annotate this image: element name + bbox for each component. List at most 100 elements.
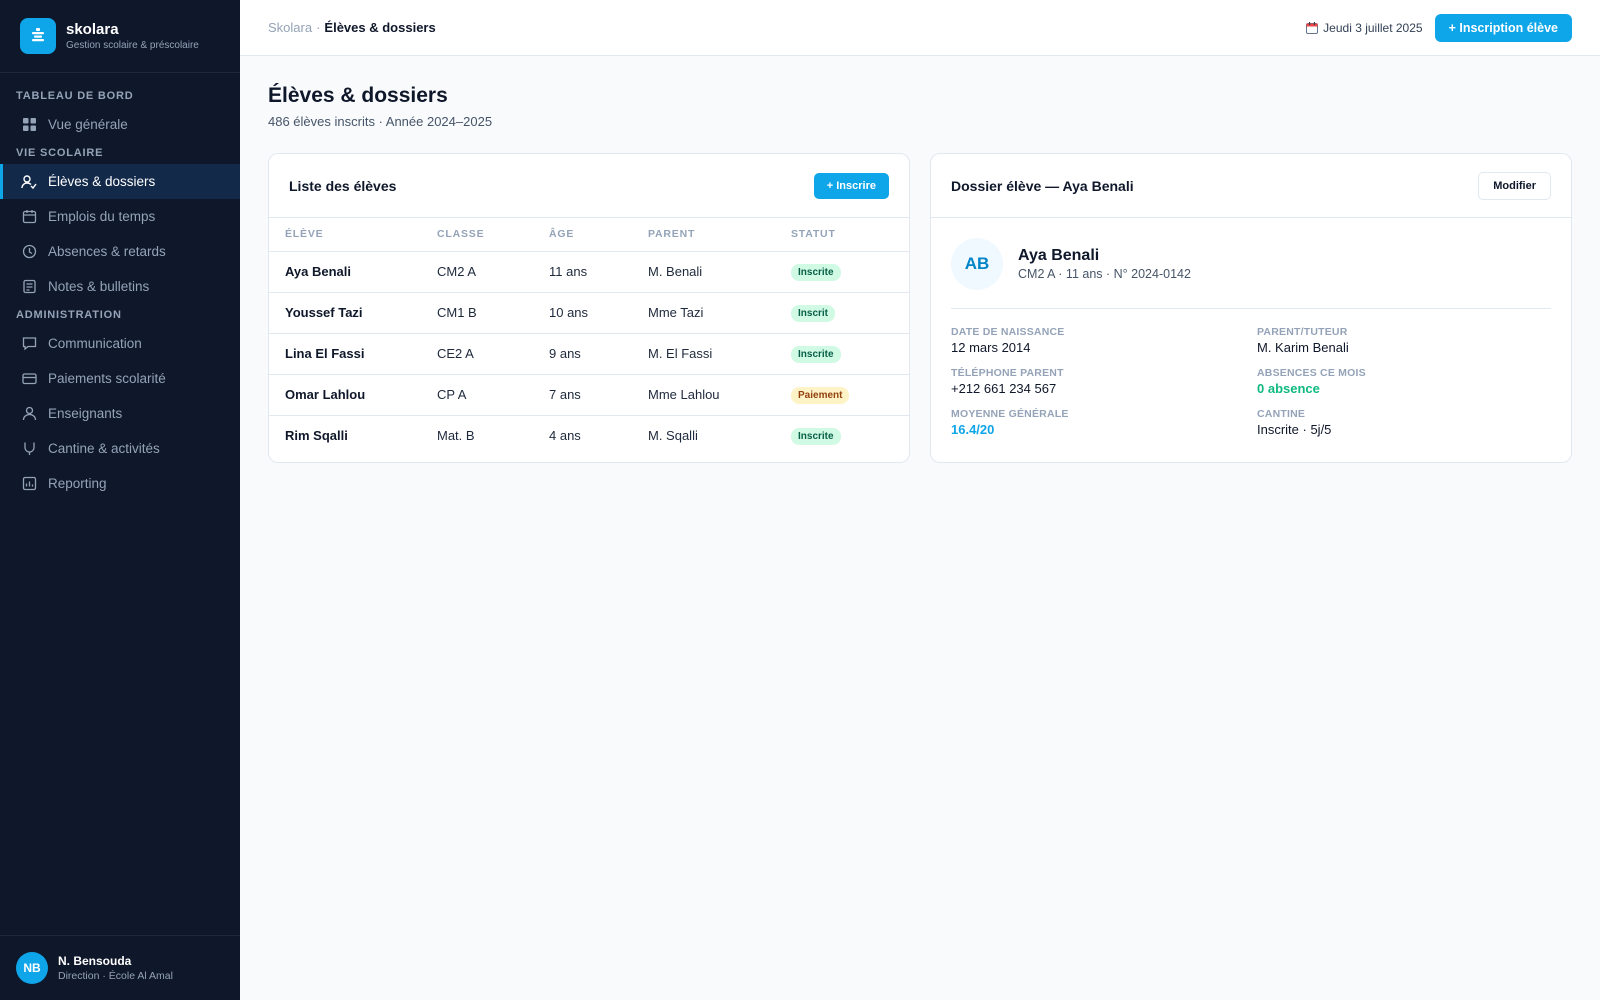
student-age: 7 ans [533,374,632,416]
student-class: CP A [421,374,533,416]
sidebar: skolara Gestion scolaire & préscolaire T… [0,0,240,1000]
sidebar-item-canteen[interactable]: Cantine & activités [0,431,240,466]
field-guardian: PARENT/TUTEUR M. Karim Benali [1257,325,1563,356]
field-label: CANTINE [1257,408,1306,420]
student-detail-card: Dossier élève — Aya Benali Modifier AB A… [930,153,1572,463]
field-label: TÉLÉPHONE PARENT [951,367,1064,379]
avatar: NB [16,952,48,984]
calendar-icon [21,209,37,225]
document-icon [21,279,37,295]
sidebar-item-label: Vue générale [48,117,128,132]
student-avatar: AB [951,238,1003,290]
column-header-class[interactable]: CLASSE [421,218,533,252]
user-role: Direction · École Al Amal [58,969,173,982]
field-canteen: CANTINE Inscrite · 5j/5 [1257,407,1563,438]
sidebar-item-payments[interactable]: Paiements scolarité [0,361,240,396]
chart-icon [21,476,37,492]
status-badge: Inscrite [791,263,841,281]
field-label: ABSENCES CE MOIS [1257,367,1366,379]
table-row[interactable]: Omar Lahlou CP A 7 ans Mme Lahlou Paieme… [269,374,909,416]
sidebar-item-label: Notes & bulletins [48,279,150,294]
student-age: 11 ans [533,251,632,293]
sidebar-item-grades[interactable]: Notes & bulletins [0,269,240,304]
date-text: Jeudi 3 juillet 2025 [1323,20,1423,35]
sidebar-item-label: Absences & retards [48,244,166,259]
nav-section-dashboard: TABLEAU DE BORD [16,90,134,102]
sidebar-item-reporting[interactable]: Reporting [0,466,240,501]
field-value: 12 mars 2014 [951,340,1031,355]
breadcrumb-current: Élèves & dossiers [324,19,436,35]
table-row[interactable]: Youssef Tazi CM1 B 10 ans Mme Tazi Inscr… [269,292,909,334]
breadcrumb-root[interactable]: Skolara [268,20,312,35]
field-value: 0 absence [1257,381,1320,396]
current-date: Jeudi 3 juillet 2025 [1306,20,1423,35]
breadcrumb: Skolara · Élèves & dossiers [268,19,436,37]
status-badge: Inscrite [791,345,841,363]
calendar-emoji-icon [1306,21,1319,34]
chat-icon [21,336,37,352]
sidebar-item-students[interactable]: Élèves & dossiers [0,164,240,199]
column-header-parent[interactable]: PARENT [632,218,775,252]
enroll-button[interactable]: + Inscrire [813,172,889,199]
user-icon [21,406,37,422]
table-row[interactable]: Lina El Fassi CE2 A 9 ans M. El Fassi In… [269,333,909,375]
student-parent: M. El Fassi [632,333,775,375]
student-parent: M. Benali [632,251,775,293]
sidebar-item-communication[interactable]: Communication [0,326,240,361]
column-header-age[interactable]: ÂGE [533,218,632,252]
field-value: Inscrite · 5j/5 [1257,422,1332,437]
sidebar-item-timetable[interactable]: Emplois du temps [0,199,240,234]
field-label: MOYENNE GÉNÉRALE [951,408,1069,420]
student-detail-title: Dossier élève — Aya Benali [951,177,1134,194]
page-title: Élèves & dossiers [268,84,448,107]
student-profile: AB Aya Benali CM2 A · 11 ans · N° 2024-0… [951,238,1551,309]
sidebar-item-teachers[interactable]: Enseignants [0,396,240,431]
field-value: M. Karim Benali [1257,340,1349,355]
field-value: 16.4/20 [951,422,995,437]
status-badge: Inscrit [791,304,836,322]
students-table: ÉLÈVE CLASSE ÂGE PARENT STATUT Aya Benal… [269,218,909,456]
current-user[interactable]: NB N. Bensouda Direction · École Al Amal [0,935,240,1000]
field-average: MOYENNE GÉNÉRALE 16.4/20 [951,407,1257,438]
status-badge: Inscrite [791,427,841,445]
sidebar-item-absences[interactable]: Absences & retards [0,234,240,269]
student-parent: M. Sqalli [648,428,698,444]
student-name: Rim Sqalli [285,428,348,444]
student-class: CE2 A [421,333,533,375]
status-badge: Paiement [791,386,850,404]
clock-icon [21,244,37,260]
table-header-row: ÉLÈVE CLASSE ÂGE PARENT STATUT [269,218,909,252]
student-profile-name: Aya Benali [1018,247,1100,264]
column-header-status[interactable]: STATUT [775,218,909,252]
student-parent: Mme Lahlou [632,374,775,416]
brand: skolara Gestion scolaire & préscolaire [0,0,240,73]
field-label: DATE DE NAISSANCE [951,326,1065,338]
table-row[interactable]: Aya Benali CM2 A 11 ans M. Benali Inscri… [269,251,909,293]
nav-section-school-life: VIE SCOLAIRE [16,147,104,159]
enroll-student-button[interactable]: + Inscription élève [1434,13,1572,42]
student-list-title: Liste des élèves [289,177,397,194]
app-logo-icon [20,18,56,54]
student-name: Aya Benali [269,251,421,293]
sidebar-item-label: Communication [48,336,142,351]
table-row[interactable]: Rim Sqalli Mat. B 4 ans M. Sqalli Inscri… [269,415,909,456]
grid-icon [21,117,37,133]
student-age: 10 ans [533,292,632,334]
field-absences: ABSENCES CE MOIS 0 absence [1257,366,1563,397]
student-list-card: Liste des élèves + Inscrire ÉLÈVE CLASSE… [268,153,910,463]
sidebar-item-label: Élèves & dossiers [48,174,156,189]
student-name: Lina El Fassi [269,333,421,375]
student-class: CM1 B [421,292,533,334]
student-age: 9 ans [533,333,632,375]
sidebar-item-label: Cantine & activités [48,441,160,456]
student-class: Mat. B [437,428,475,444]
credit-card-icon [21,371,37,387]
edit-button[interactable]: Modifier [1478,171,1551,200]
page-subtitle: 486 élèves inscrits · Année 2024–2025 [268,114,493,129]
sidebar-item-overview[interactable]: Vue générale [0,107,240,142]
column-header-student[interactable]: ÉLÈVE [269,218,421,252]
topbar: Skolara · Élèves & dossiers Jeudi 3 juille… [240,0,1600,56]
field-value: +212 661 234 567 [951,381,1057,396]
student-name: Youssef Tazi [269,292,421,334]
student-name: Omar Lahlou [269,374,421,416]
